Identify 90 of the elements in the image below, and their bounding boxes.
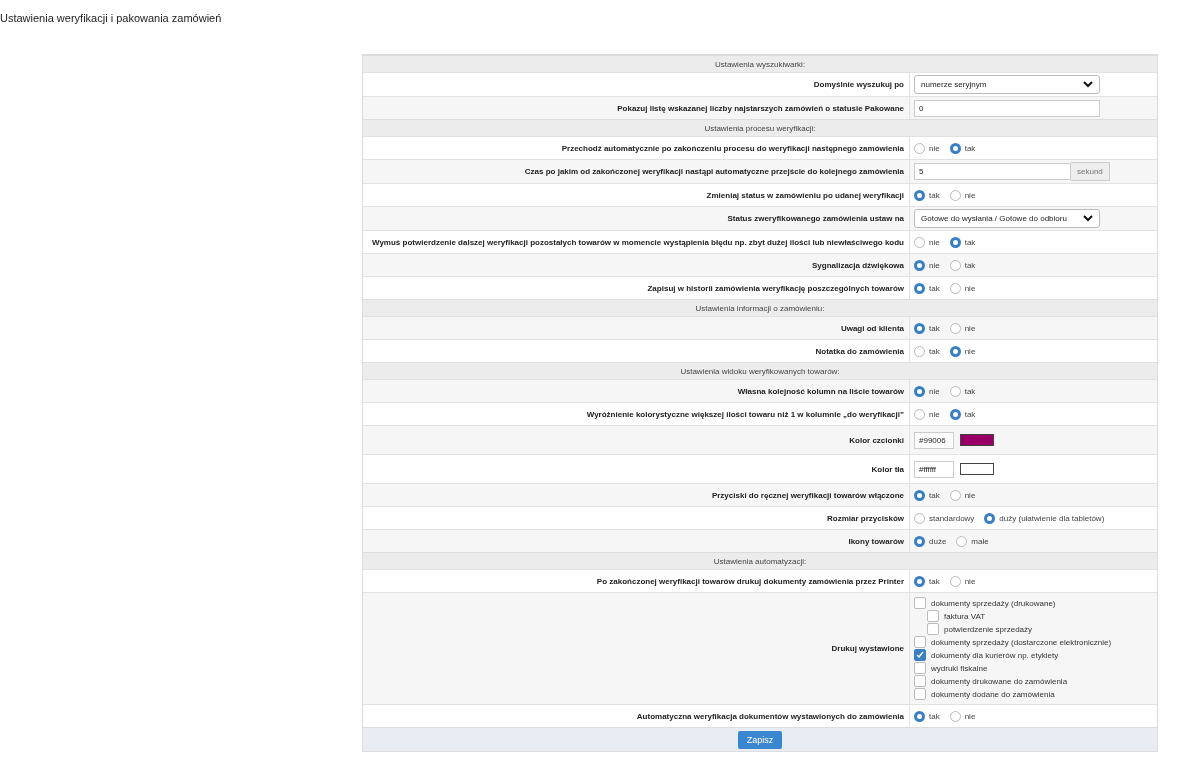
radio-label: nie (929, 143, 940, 153)
radio-label: nie (964, 190, 976, 200)
input-field[interactable]: 0 (914, 99, 1100, 117)
radio-button[interactable] (914, 345, 925, 357)
radio-button[interactable] (949, 385, 961, 397)
radio-button[interactable] (914, 142, 925, 154)
radio-button[interactable] (949, 282, 961, 294)
radio-label: standardowy (929, 513, 975, 523)
radio-button[interactable] (914, 322, 925, 334)
radio-label: nie (929, 409, 940, 419)
radio-button[interactable] (949, 236, 961, 248)
radio-label: tak (929, 346, 940, 356)
radio-button[interactable] (914, 385, 925, 397)
radio-label: nie (964, 576, 976, 586)
radio-label: tak (964, 409, 976, 419)
radio-button[interactable] (956, 535, 968, 547)
radio-label: duże (929, 536, 947, 546)
radio-button[interactable] (949, 189, 961, 201)
color-swatch[interactable] (960, 463, 994, 475)
radio-label: tak (929, 711, 940, 721)
radio-button[interactable] (914, 259, 925, 271)
radio-button[interactable] (914, 282, 925, 294)
radio-button[interactable] (914, 710, 925, 722)
radio-button[interactable] (914, 489, 925, 501)
radio-label: nie (929, 237, 940, 247)
radio-button[interactable] (949, 345, 961, 357)
radio-button[interactable] (949, 322, 961, 334)
radio-button[interactable] (949, 142, 961, 154)
radio-button[interactable] (914, 408, 925, 420)
chevron-down-icon (1083, 215, 1093, 222)
select-field[interactable]: Gotowe do wysłania / Gotowe do odbioru (914, 209, 1100, 228)
radio-button[interactable] (949, 489, 961, 501)
color-input-field[interactable]: #ffffff (914, 460, 954, 478)
checkbox[interactable] (914, 662, 926, 674)
radio-button[interactable] (914, 236, 925, 248)
radio-label: tak (964, 143, 976, 153)
page-title: Ustawienia weryfikacji i pakowania zamówień (0, 12, 223, 24)
radio-button[interactable] (914, 575, 925, 587)
radio-label: tak (964, 237, 976, 247)
color-swatch[interactable] (960, 434, 994, 446)
checkbox[interactable] (927, 623, 939, 635)
radio-label: duży (ułatwienie dla tabletów) (999, 513, 1105, 523)
checkbox-label: dokumenty dla kurierów np. etykiety (931, 650, 1059, 660)
checkbox-label: potwierdzenie sprzedaży (944, 624, 1033, 634)
select-field[interactable]: numerze seryjnym (914, 75, 1100, 94)
section-heading: Ustawienia procesu weryfikacji: (363, 119, 1157, 136)
radio-button[interactable] (984, 512, 996, 524)
radio-button[interactable] (914, 535, 925, 547)
radio-label: nie (929, 386, 940, 396)
radio-label: tak (929, 323, 940, 333)
radio-button[interactable] (949, 710, 961, 722)
section-heading: Ustawienia automatyzacji: (363, 552, 1157, 569)
radio-button[interactable] (949, 408, 961, 420)
radio-label: tak (929, 490, 940, 500)
section-heading: Ustawienia informacji o zamówieniu: (363, 299, 1157, 316)
checkbox-label: dokumenty drukowane do zamówienia (931, 676, 1068, 686)
checkbox[interactable] (914, 649, 926, 661)
radio-label: nie (964, 346, 976, 356)
section-heading: Ustawienia widoku weryfikowanych towarów: (363, 362, 1157, 379)
radio-label: małe (971, 536, 989, 546)
radio-button[interactable] (914, 512, 925, 524)
radio-button[interactable] (949, 259, 961, 271)
radio-label: nie (964, 323, 976, 333)
section-heading: Ustawienia wyszukiwarki: (363, 55, 1157, 72)
radio-button[interactable] (914, 189, 925, 201)
save-button[interactable]: Zapisz (737, 730, 783, 749)
radio-label: nie (964, 283, 976, 293)
checkbox-label: wydruki fiskalne (931, 663, 988, 673)
checkbox[interactable] (914, 675, 926, 687)
checkbox[interactable] (927, 610, 939, 622)
color-input-field[interactable]: #99006 (914, 431, 954, 449)
radio-label: tak (929, 190, 940, 200)
checkbox[interactable] (914, 597, 926, 609)
checkbox-label: dokumenty sprzedaży (dostarczone elektronicznie) (931, 637, 1112, 647)
unit-label: sekund (1071, 162, 1110, 181)
radio-button[interactable] (949, 575, 961, 587)
checkbox-label: faktura VAT (944, 611, 986, 621)
checkbox[interactable] (914, 688, 926, 700)
radio-label: tak (929, 283, 940, 293)
checkbox-label: dokumenty dodane do zamówienia (931, 689, 1055, 699)
input-field[interactable]: 5 (914, 163, 1071, 180)
radio-label: nie (929, 260, 940, 270)
radio-label: tak (964, 260, 976, 270)
radio-label: nie (964, 711, 976, 721)
checkbox-label: dokumenty sprzedaży (drukowane) (931, 598, 1056, 608)
radio-label: tak (929, 576, 940, 586)
radio-label: nie (964, 490, 976, 500)
chevron-down-icon (1083, 81, 1093, 88)
radio-label: tak (964, 386, 976, 396)
checkbox[interactable] (914, 636, 926, 648)
